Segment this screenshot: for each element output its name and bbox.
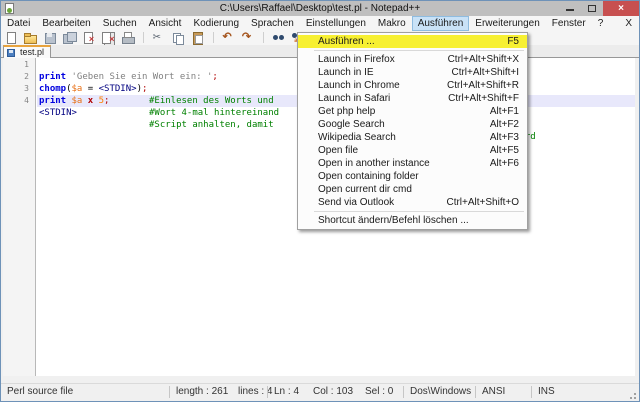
menu-item-google-search[interactable]: Google SearchAlt+F2 xyxy=(298,118,527,131)
menu-item-get-php-help[interactable]: Get php helpAlt+F1 xyxy=(298,105,527,118)
code-comment: #Script anhalten, damit xyxy=(149,119,274,131)
maximize-icon xyxy=(588,5,596,12)
status-selection: Sel : 0 xyxy=(365,384,393,400)
menu-item-shortcut-aendern[interactable]: Shortcut ändern/Befehl löschen ... xyxy=(298,214,527,227)
menu-sprachen[interactable]: Sprachen xyxy=(245,16,300,31)
status-line: Ln : 4 xyxy=(274,384,299,400)
menu-item-launch-safari[interactable]: Launch in SafariCtrl+Alt+Shift+F xyxy=(298,92,527,105)
menu-bar: DateiBearbeitenSuchenAnsichtKodierungSpr… xyxy=(1,16,639,31)
tab-label: test.pl xyxy=(20,47,44,57)
menu-item-launch-firefox[interactable]: Launch in FirefoxCtrl+Alt+Shift+X xyxy=(298,53,527,66)
toolbar-separator xyxy=(263,32,264,43)
menu-item-open-containing-folder[interactable]: Open containing folder xyxy=(298,170,527,183)
menu-datei[interactable]: Datei xyxy=(1,16,36,31)
menu-item-send-via-outlook[interactable]: Send via OutlookCtrl+Alt+Shift+O xyxy=(298,196,527,209)
menu-item-wikipedia-search[interactable]: Wikipedia SearchAlt+F3 xyxy=(298,131,527,144)
menu-makro[interactable]: Makro xyxy=(372,16,412,31)
status-eol-format: Dos\Windows xyxy=(410,384,471,400)
maximize-button[interactable] xyxy=(581,1,603,16)
close-file-icon[interactable] xyxy=(82,31,97,45)
status-column: Col : 103 xyxy=(313,384,353,400)
copy-icon[interactable] xyxy=(171,31,186,45)
status-separator xyxy=(267,386,268,398)
close-all-icon[interactable] xyxy=(101,31,116,45)
menu-item-open-another-instance[interactable]: Open in another instanceAlt+F6 xyxy=(298,157,527,170)
close-button[interactable]: × xyxy=(603,1,639,16)
menu-item-launch-chrome[interactable]: Launch in ChromeCtrl+Alt+Shift+R xyxy=(298,79,527,92)
save-icon[interactable] xyxy=(43,31,58,45)
toolbar-separator xyxy=(143,32,144,43)
menu-help[interactable]: ? xyxy=(592,16,610,31)
menu-einstellungen[interactable]: Einstellungen xyxy=(300,16,372,31)
status-separator xyxy=(475,386,476,398)
code-statement: <STDIN> xyxy=(39,107,77,119)
minimize-icon xyxy=(566,9,574,11)
menu-item-open-current-dir-cmd[interactable]: Open current dir cmd xyxy=(298,183,527,196)
app-icon xyxy=(5,3,14,14)
menu-item-launch-ie[interactable]: Launch in IECtrl+Alt+Shift+I xyxy=(298,66,527,79)
cut-icon[interactable] xyxy=(152,31,167,45)
status-insert-mode: INS xyxy=(538,384,555,400)
print-icon[interactable] xyxy=(121,31,136,45)
status-separator xyxy=(403,386,404,398)
toolbar-separator xyxy=(213,32,214,43)
status-separator xyxy=(531,386,532,398)
window-title: C:\Users\Raffael\Desktop\test.pl - Notep… xyxy=(101,1,539,16)
new-file-icon[interactable] xyxy=(4,31,19,45)
minimize-button[interactable] xyxy=(559,1,581,16)
menu-suchen[interactable]: Suchen xyxy=(97,16,143,31)
paste-icon[interactable] xyxy=(191,31,206,45)
menu-bearbeiten[interactable]: Bearbeiten xyxy=(36,16,96,31)
saved-floppy-icon xyxy=(7,49,15,57)
close-icon: × xyxy=(618,3,624,14)
open-file-icon[interactable] xyxy=(23,31,38,45)
run-dropdown-menu: Ausführen ...F5 Launch in FirefoxCtrl+Al… xyxy=(297,32,528,230)
title-bar[interactable]: C:\Users\Raffael\Desktop\test.pl - Notep… xyxy=(1,1,639,16)
save-all-icon[interactable] xyxy=(62,31,77,45)
menu-item-open-file[interactable]: Open fileAlt+F5 xyxy=(298,144,527,157)
redo-icon[interactable] xyxy=(241,31,256,45)
status-length: length : 261 xyxy=(176,384,228,400)
menubar-close-icon[interactable]: X xyxy=(625,17,632,31)
menu-ansicht[interactable]: Ansicht xyxy=(143,16,188,31)
code-comment: #Wort 4-mal hintereinand xyxy=(149,107,279,119)
menu-separator xyxy=(314,211,524,212)
find-icon[interactable] xyxy=(272,31,287,45)
notepad-plus-plus-window: C:\Users\Raffael\Desktop\test.pl - Notep… xyxy=(0,0,640,402)
menu-item-ausfuehren[interactable]: Ausführen ...F5 xyxy=(298,35,527,48)
menu-erweiterungen[interactable]: Erweiterungen xyxy=(469,16,545,31)
resize-grip[interactable] xyxy=(634,393,636,395)
status-encoding: ANSI xyxy=(482,384,505,400)
menu-kodierung[interactable]: Kodierung xyxy=(187,16,245,31)
status-file-type: Perl source file xyxy=(7,384,73,400)
menu-ausfuehren[interactable]: Ausführen xyxy=(412,16,470,31)
status-separator xyxy=(169,386,170,398)
menu-separator xyxy=(314,50,524,51)
menu-fenster[interactable]: Fenster xyxy=(546,16,592,31)
undo-icon[interactable] xyxy=(221,31,236,45)
tab-test-pl[interactable]: test.pl xyxy=(3,45,51,58)
status-bar: Perl source file length : 261 lines : 4 … xyxy=(1,383,639,399)
